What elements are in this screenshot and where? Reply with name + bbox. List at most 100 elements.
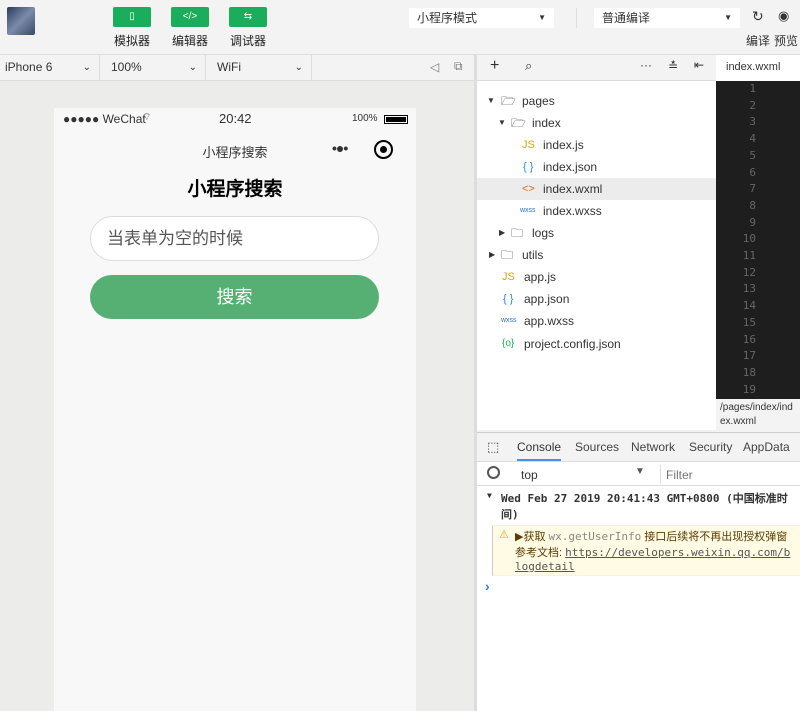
line-number: 2 <box>749 98 756 112</box>
editor-button[interactable]: </> <box>171 7 209 27</box>
tab-console[interactable]: Console <box>517 433 562 461</box>
more-dots-icon[interactable]: •●• <box>332 140 348 156</box>
devtools-panel: ⬚ Console Sources Network Security AppDa… <box>477 432 800 711</box>
line-number: 13 <box>742 282 756 296</box>
clear-console-icon[interactable] <box>487 466 500 479</box>
speaker-icon[interactable]: ◁ <box>430 60 439 74</box>
line-number: 4 <box>749 132 756 146</box>
line-number: 9 <box>749 215 756 229</box>
warning-text: 接口后续将不再出现授权弹窗 <box>641 531 788 543</box>
tree-label: pages <box>522 94 555 108</box>
caret-down-icon[interactable]: ▼ <box>635 466 645 477</box>
line-number: 7 <box>749 182 756 196</box>
eye-icon[interactable]: ◉ <box>778 8 789 24</box>
secondary-toolbar: iPhone 6 ⌄ 100% ⌄ WiFi ⌄ ◁ ⧉ + ⌕ ··· ≛ ⇤ in… <box>0 55 800 81</box>
warning-text: 参考文档: <box>515 547 566 559</box>
caret-down-icon: ▼ <box>498 118 506 127</box>
console-prompt[interactable]: › <box>477 576 800 596</box>
wxss-file-icon: wxss <box>520 207 536 214</box>
tree-folder-utils[interactable]: ▶ 🗀 utils <box>477 244 716 266</box>
line-number: 1 <box>749 82 756 95</box>
compile-label[interactable]: 编译 <box>746 32 770 49</box>
file-tree: ▼ 🗁 pages ▼ 🗁 index JS index.js { } index.json… <box>477 81 716 430</box>
close-capsule-icon[interactable] <box>374 140 393 159</box>
search-icon[interactable]: ⌕ <box>525 58 532 74</box>
editor-tab[interactable]: index.wxml <box>716 55 800 81</box>
line-number: 14 <box>742 299 756 313</box>
phone-icon: ▯ <box>129 11 135 22</box>
config-file-icon: {o} <box>502 338 515 349</box>
filter-input[interactable] <box>660 465 800 484</box>
tab-security[interactable]: Security <box>689 433 732 461</box>
line-number: 12 <box>742 265 756 279</box>
caret-down-icon: ▼ <box>538 13 546 22</box>
network-select[interactable]: WiFi ⌄ <box>212 55 312 80</box>
page-title: 小程序搜索 <box>187 179 283 200</box>
line-numbers: 1 2 3 4 5 6 7 8 9 10 11 12 13 14 15 16 17 18 19 <box>716 81 756 398</box>
device-select[interactable]: iPhone 6 ⌄ <box>0 55 100 80</box>
tree-label: app.json <box>524 292 570 306</box>
tree-file-index-json[interactable]: { } index.json <box>477 156 716 178</box>
more-icon[interactable]: ··· <box>640 58 652 72</box>
warning-code: wx.getUserInfo <box>548 530 642 543</box>
warning-icon: ⚠ <box>499 529 509 541</box>
tree-label: index.wxml <box>543 182 603 196</box>
js-file-icon: JS <box>522 139 535 151</box>
tree-label: logs <box>532 226 555 240</box>
tree-file-app-wxss[interactable]: wxss app.wxss <box>477 310 716 332</box>
tree-file-app-js[interactable]: JS app.js <box>477 266 716 288</box>
preview-label[interactable]: 预览 <box>774 32 798 49</box>
status-time: 20:42 <box>219 111 252 126</box>
window-icon[interactable]: ⧉ <box>454 59 463 74</box>
folder-open-icon: 🗁 <box>501 94 516 108</box>
console-group[interactable]: ▼ Wed Feb 27 2019 20:41:43 GMT+0800 (中国标… <box>477 487 800 525</box>
tab-sources[interactable]: Sources <box>575 433 619 461</box>
simulator-label: 模拟器 <box>113 34 150 48</box>
line-number: 19 <box>742 382 756 396</box>
tree-label: project.config.json <box>524 337 621 351</box>
simulator-button[interactable]: ▯ <box>113 7 151 27</box>
add-icon[interactable]: + <box>490 57 499 75</box>
console-messages: ▼ Wed Feb 27 2019 20:41:43 GMT+0800 (中国标… <box>477 487 800 596</box>
mode-select[interactable]: 小程序模式 ▼ <box>409 8 554 28</box>
tree-label: index.js <box>543 138 584 152</box>
wxss-file-icon: wxss <box>501 317 517 324</box>
chevron-down-icon: ⌄ <box>82 62 91 73</box>
caret-down-icon: ▼ <box>487 96 495 105</box>
context-select[interactable]: top <box>521 468 538 482</box>
line-number: 18 <box>742 365 756 379</box>
wxml-file-icon: <> <box>522 183 535 195</box>
debugger-button[interactable]: ⇆ <box>229 7 267 27</box>
tab-appdata[interactable]: AppData <box>743 433 790 461</box>
caret-down-icon[interactable]: ▼ <box>487 491 492 500</box>
split-icon[interactable]: ⇤ <box>694 58 704 72</box>
tree-file-index-wxml[interactable]: <> index.wxml <box>477 178 716 200</box>
code-editor-gutter[interactable]: 1 2 3 4 5 6 7 8 9 10 11 12 13 14 15 16 17 18 19 <box>716 81 800 399</box>
tree-folder-logs[interactable]: ▶ 🗀 logs <box>477 222 716 244</box>
console-group-header[interactable]: Wed Feb 27 2019 20:41:43 GMT+0800 (中国标准时… <box>501 492 788 521</box>
search-button[interactable]: 搜索 <box>90 275 379 319</box>
tree-file-index-wxss[interactable]: wxss index.wxss <box>477 200 716 222</box>
code-icon: </> <box>182 11 198 22</box>
refresh-icon[interactable]: ↻ <box>752 8 764 25</box>
tree-folder-index[interactable]: ▼ 🗁 index <box>477 112 716 134</box>
tree-file-project-config[interactable]: {o} project.config.json <box>477 333 716 355</box>
avatar[interactable] <box>7 7 35 35</box>
chevron-down-icon: ⌄ <box>188 62 197 73</box>
battery-percent: 100% <box>352 113 378 124</box>
collapse-icon[interactable]: ≛ <box>668 59 678 73</box>
zoom-select[interactable]: 100% ⌄ <box>106 55 206 80</box>
nav-title: 小程序搜索 <box>202 145 268 160</box>
search-input[interactable]: 当表单为空的时候 <box>90 216 379 261</box>
inspect-icon[interactable]: ⬚ <box>487 439 499 455</box>
tree-label: utils <box>522 248 544 262</box>
carrier: ●●●●● WeChat <box>63 112 146 126</box>
tree-file-index-js[interactable]: JS index.js <box>477 134 716 156</box>
compile-select[interactable]: 普通编译 ▼ <box>594 8 740 28</box>
warning-text: ▶获取 <box>515 531 549 543</box>
tree-file-app-json[interactable]: { } app.json <box>477 288 716 310</box>
tree-label: index.json <box>543 160 598 174</box>
tab-network[interactable]: Network <box>631 433 675 461</box>
debug-icon: ⇆ <box>243 11 253 22</box>
tree-folder-pages[interactable]: ▼ 🗁 pages <box>477 90 716 112</box>
